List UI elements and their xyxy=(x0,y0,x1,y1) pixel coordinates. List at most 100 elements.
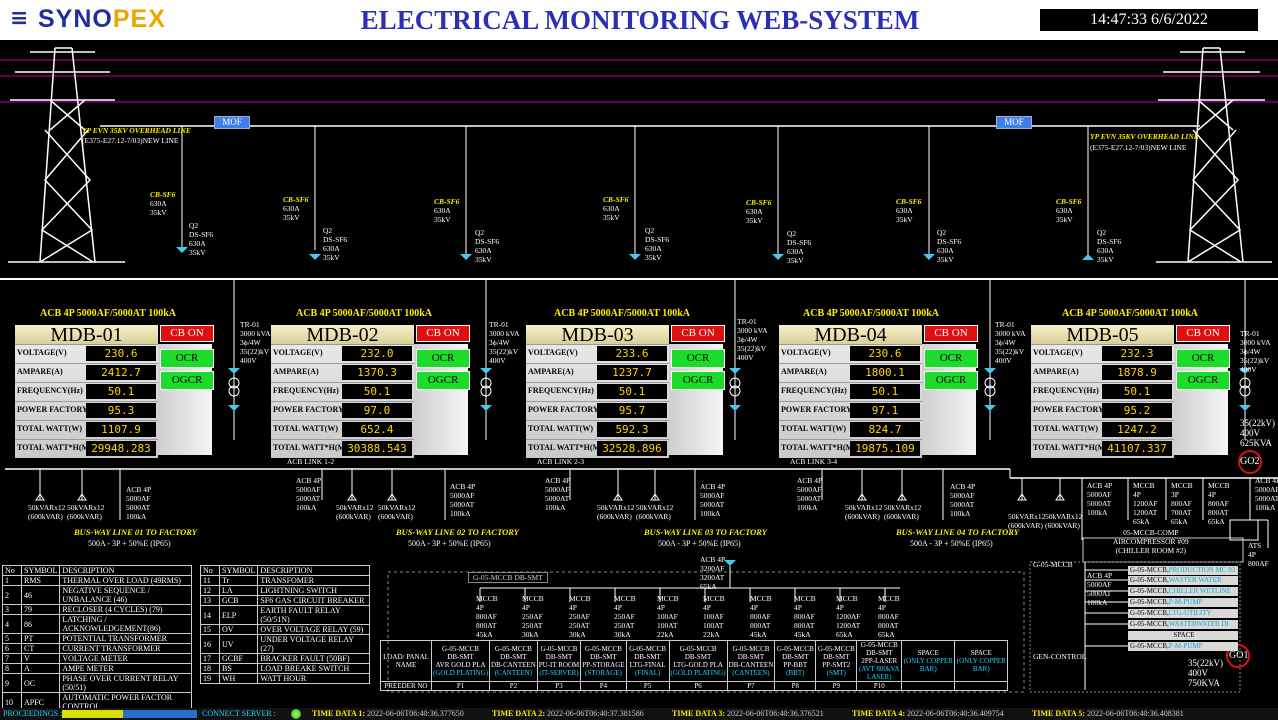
ampere-value: 1800.1 xyxy=(850,365,920,380)
voltage-value: 232.0 xyxy=(342,346,412,361)
ocr-indicator[interactable]: OCR xyxy=(160,349,214,368)
busway-line-03-spec: 500A - 3P + 50%E (IP65) xyxy=(658,539,741,548)
cb-sf6-spec: 630A 35kV xyxy=(1056,206,1073,224)
ocr-indicator[interactable]: OCR xyxy=(924,349,978,368)
mdb-panel-01[interactable]: ACB 4P 5000AF/5000AT 100kA MDB-01 CB ON … xyxy=(15,308,214,458)
right-circuit-item[interactable]: G-05-MCCB,P-M-PUMP xyxy=(1128,598,1238,607)
clock-display: 14:47:33 6/6/2022 xyxy=(1040,9,1258,31)
panel-readings: VOLTAGE(V) 233.6 AMPARE(A) 1237.7 FREQUENC… xyxy=(526,344,669,458)
legend-symbol: V xyxy=(20,653,61,664)
time-data-value: 2022-06-06T06:40:36.377650 xyxy=(367,709,464,718)
busway-line-02: BUS-WAY LINE 02 TO FACTORY xyxy=(396,527,519,537)
cb-on-indicator[interactable]: CB ON xyxy=(416,325,470,342)
ocr-indicator[interactable]: OCR xyxy=(416,349,470,368)
ogcr-indicator[interactable]: OGCR xyxy=(924,371,978,390)
legend-symbol: A xyxy=(20,663,61,674)
synopex-logo: SYNOPEX xyxy=(38,5,166,33)
ds-sf6-label: Q2 DS-SF6 630A 35kV xyxy=(323,226,348,262)
legend-no: 15 xyxy=(200,624,220,635)
feeder-no xyxy=(954,681,1009,691)
legend-symbol: OV xyxy=(218,624,259,635)
legend-no: 16 xyxy=(200,634,220,654)
legend-header: SYMBOL xyxy=(20,565,61,576)
legend-description: OVER VOLTAGE RELAY (59) xyxy=(257,624,370,635)
power-factor-value: 95.7 xyxy=(597,403,667,418)
mdb-panel-04[interactable]: ACB 4P 5000AF/5000AT 100kA MDB-04 CB ON … xyxy=(779,308,978,458)
row-label: AMPARE(A) xyxy=(17,367,63,376)
ogcr-indicator[interactable]: OGCR xyxy=(1176,371,1230,390)
cb-sf6-spec: 630A 35kV xyxy=(746,207,763,225)
mof-right[interactable]: MOF xyxy=(996,116,1032,129)
right-circuit-item[interactable]: G-05-MCCB,CHILLER WETLINE xyxy=(1128,587,1238,596)
capacitor-label: 50kVARx12 (600kVAR) xyxy=(636,503,674,521)
feeder-name[interactable]: G-05-MCCB DB-SMT LTG-FINAL (FINAL) xyxy=(625,640,670,682)
frequency-value: 50.1 xyxy=(342,384,412,399)
feeder-name[interactable]: G-05-MCCB DB-SMT LTG-GOLD PLA (GOLD PLATI… xyxy=(668,640,728,682)
panel-name: MDB-04 xyxy=(779,325,922,345)
hamburger-menu-icon[interactable]: ≡ xyxy=(10,6,28,32)
ocr-indicator[interactable]: OCR xyxy=(671,349,725,368)
total-watt-value: 1107.9 xyxy=(86,422,156,437)
power-factor-value: 95.3 xyxy=(86,403,156,418)
feeder-name[interactable]: G-05-MCCB DB-SMT DB-CANTEEN (CANTEEN) xyxy=(726,640,776,682)
legend-description: WATT HOUR xyxy=(257,673,370,684)
ocr-indicator[interactable]: OCR xyxy=(1176,349,1230,368)
feeder-name[interactable]: G-05-MCCB DB-SMT PP-STORAGE (STORAGE) xyxy=(580,640,627,682)
feeder-name[interactable]: G-05-MCCB DB-SMT 2PP-LASER (AVT 800kVA LA… xyxy=(856,640,903,682)
cb-on-indicator[interactable]: CB ON xyxy=(1176,325,1230,342)
frequency-value: 50.1 xyxy=(597,384,667,399)
cb-on-indicator[interactable]: CB ON xyxy=(160,325,214,342)
feeder-name[interactable]: SPACE (ONLY COPPER BAR) xyxy=(901,640,956,682)
right-circuit-item[interactable]: G-05-MCCB,WASTER WATER xyxy=(1128,576,1238,585)
row-label: VOLTAGE(V) xyxy=(528,348,578,357)
go1-label: GO1 xyxy=(1229,650,1249,661)
cb-on-indicator[interactable]: CB ON xyxy=(671,325,725,342)
feeder-name[interactable]: G-05-MCCB DB-SMT DB-CANTEEN (CANTEEN) xyxy=(489,640,538,682)
cb-sf6-spec: 630A 35kV xyxy=(896,206,913,224)
mdb-panel-03[interactable]: ACB 4P 5000AF/5000AT 100kA MDB-03 CB ON … xyxy=(526,308,725,458)
right-circuit-item[interactable]: SPACE xyxy=(1128,631,1238,640)
acb-4p-label: ACB 4P 5000AF 5000AT 100kA xyxy=(1087,481,1113,517)
ampere-value: 1878.9 xyxy=(1102,365,1172,380)
feeder-name[interactable]: G-05-MCCB DB-SMT PU-IT ROOM (IT-SERVER) xyxy=(536,640,582,682)
legend-no: 7 xyxy=(2,653,22,664)
feeder-name[interactable]: G-05-MCCB DB-SMT PP-SMT2 (SMT) xyxy=(815,640,858,682)
capacitor-label: 50kVARx12 (600kVAR) xyxy=(884,503,922,521)
transformer-label: TR-01 3000 kVA 3ϕ/4W 35(22)kV 400V xyxy=(1240,329,1271,374)
feeder-name[interactable]: SPACE (ONLY COPPER BAR) xyxy=(954,640,1009,682)
ogcr-indicator[interactable]: OGCR xyxy=(671,371,725,390)
mof-left[interactable]: MOF xyxy=(214,116,250,129)
acb-4p-label: ACB 4P 5000AF 5000AT 100kA xyxy=(126,485,152,521)
legend-symbol: CT xyxy=(20,643,61,654)
legend-no: 13 xyxy=(200,595,220,606)
cb-on-indicator[interactable]: CB ON xyxy=(924,325,978,342)
mdb-panel-02[interactable]: ACB 4P 5000AF/5000AT 100kA MDB-02 CB ON … xyxy=(271,308,470,458)
compressor-label: 05-MCCB-COMP AIRCOMPRESSOR #09 (CHILLER … xyxy=(1113,528,1189,555)
tower-left-icon xyxy=(8,47,125,263)
acb-title: ACB 4P 5000AF/5000AT 100kA xyxy=(40,308,177,319)
g05-mccb-label: G-05-MCCB xyxy=(1033,560,1073,569)
feeder-no: P4 xyxy=(580,681,627,691)
panel-name: MDB-02 xyxy=(271,325,414,345)
legend-symbol: 86 xyxy=(20,614,61,634)
row-label: FREQUENCY(Hz) xyxy=(17,386,83,395)
time-data-value: 2022-06-06T06:40:37.381586 xyxy=(547,709,644,718)
feeder-name[interactable]: G-05-MCCB DB-SMT AVR GOLD PLA (GOLD PLATI… xyxy=(430,640,491,682)
ogcr-indicator[interactable]: OGCR xyxy=(160,371,214,390)
legend-symbol: BS xyxy=(218,663,259,674)
voltage-value: 232.3 xyxy=(1102,346,1172,361)
mccb-right-label: MCCB 4P 1200AF 1200AT 65kA xyxy=(1133,481,1158,526)
mccb-feeder-label: MCCB 4P 800AF 800AT 45kA xyxy=(750,594,772,639)
right-circuit-item[interactable]: G-05-MCCB,P-M-PUMP xyxy=(1128,642,1238,651)
mdb-panel-05[interactable]: ACB 4P 5000AF/5000AT 100kA MDB-05 CB ON … xyxy=(1031,308,1230,458)
right-circuit-item[interactable]: G-05-MCCB,WASTERWATER DI xyxy=(1128,620,1238,629)
legend-no: 1 xyxy=(2,575,22,586)
ogcr-indicator[interactable]: OGCR xyxy=(416,371,470,390)
right-circuit-item[interactable]: G-05-MCCB,LTG-UTILITY xyxy=(1128,609,1238,618)
right-circuit-item[interactable]: G-05-MCCB,PRODUCTION MC 03 xyxy=(1128,566,1238,575)
feeder-no: P3 xyxy=(536,681,582,691)
row-label: FREQUENCY(Hz) xyxy=(781,386,847,395)
feeder-name[interactable]: G-05-MCCB DB-SMT PP-BBT (BBT) xyxy=(774,640,817,682)
total-watt-value: 1247.2 xyxy=(1102,422,1172,437)
capacitor-label: 50kVARx12 (600kVAR) xyxy=(28,503,66,521)
